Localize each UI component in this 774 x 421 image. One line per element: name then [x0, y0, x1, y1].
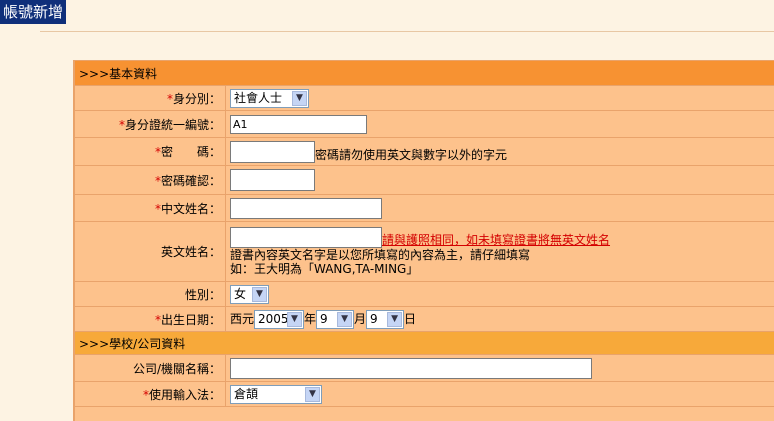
divider: [40, 31, 774, 32]
identity-select[interactable]: 社會人士 ▼: [230, 88, 309, 108]
row-birthday: *出生日期： 西元 2005 ▼ 年 9 ▼ 月 9 ▼ 日: [74, 306, 774, 332]
section-basic-title: >>>基本資料: [74, 60, 774, 86]
company-label: 公司/機關名稱：: [132, 361, 221, 376]
row-identity: *身分別： 社會人士 ▼: [74, 85, 774, 111]
birthday-era: 西元: [230, 311, 255, 326]
english-name-label: 英文姓名：: [160, 245, 221, 259]
input-method-select[interactable]: 倉頡 ▼: [230, 384, 322, 404]
account-form: >>>基本資料 *身分別： 社會人士 ▼ *身分證統一編號： *密 碼： 密碼請…: [73, 60, 774, 421]
birthday-label: 出生日期：: [160, 312, 221, 327]
chevron-down-icon: ▼: [292, 90, 307, 106]
english-name-warning: 請與護照相同，如未填寫證書將無英文姓名: [382, 233, 611, 247]
row-id-number: *身分證統一編號：: [74, 110, 774, 138]
english-name-input[interactable]: [230, 227, 382, 248]
birth-month-select[interactable]: 9 ▼: [316, 309, 355, 329]
english-name-example: 如：王大明為「WANG,TA-MING」: [230, 262, 419, 276]
section-school: >>>學校/公司資料: [74, 331, 774, 355]
chevron-down-icon: ▼: [337, 311, 353, 327]
id-number-label: 身分證統一編號：: [124, 117, 221, 132]
company-input[interactable]: [230, 357, 592, 379]
chevron-down-icon: ▼: [287, 311, 303, 327]
chinese-name-label: 中文姓名：: [160, 201, 221, 216]
account-form-table: >>>基本資料 *身分別： 社會人士 ▼ *身分證統一編號： *密 碼： 密碼請…: [74, 60, 774, 421]
birth-day-select[interactable]: 9 ▼: [366, 309, 405, 329]
row-english-name: 英文姓名： 請與護照相同，如未填寫證書將無英文姓名 證書內容英文名字是以您所填寫…: [74, 221, 774, 282]
english-name-note: 證書內容英文名字是以您所填寫的內容為主，請仔細填寫: [230, 248, 531, 262]
chinese-name-input[interactable]: [230, 197, 382, 219]
password-input[interactable]: [230, 140, 315, 163]
birth-year-select[interactable]: 2005 ▼: [254, 309, 305, 329]
row-company: 公司/機關名稱：: [74, 354, 774, 382]
row-password-confirm: *密碼確認：: [74, 165, 774, 195]
id-number-input[interactable]: [230, 114, 367, 134]
password-confirm-input[interactable]: [230, 169, 315, 191]
chevron-down-icon: ▼: [387, 311, 403, 327]
row-gender: 性別： 女 ▼: [74, 281, 774, 307]
gender-label: 性別：: [184, 287, 221, 302]
password-hint: 密碼請勿使用英文與數字以外的字元: [315, 147, 508, 162]
identity-label: 身分別：: [172, 91, 221, 106]
row-chinese-name: *中文姓名：: [74, 194, 774, 222]
chevron-down-icon: ▼: [305, 386, 320, 402]
chevron-down-icon: ▼: [252, 286, 267, 302]
row-input-method: *使用輸入法： 倉頡 ▼: [74, 381, 774, 407]
password-label: 密 碼：: [160, 145, 221, 159]
gender-select[interactable]: 女 ▼: [230, 284, 269, 304]
input-method-label: 使用輸入法：: [148, 387, 221, 402]
section-basic: >>>基本資料: [74, 60, 774, 86]
password-confirm-label: 密碼確認：: [160, 173, 221, 188]
row-cutoff: [74, 406, 774, 421]
row-password: *密 碼： 密碼請勿使用英文與數字以外的字元: [74, 137, 774, 166]
section-school-title: >>>學校/公司資料: [74, 331, 774, 355]
page-title: 帳號新增: [0, 0, 67, 24]
